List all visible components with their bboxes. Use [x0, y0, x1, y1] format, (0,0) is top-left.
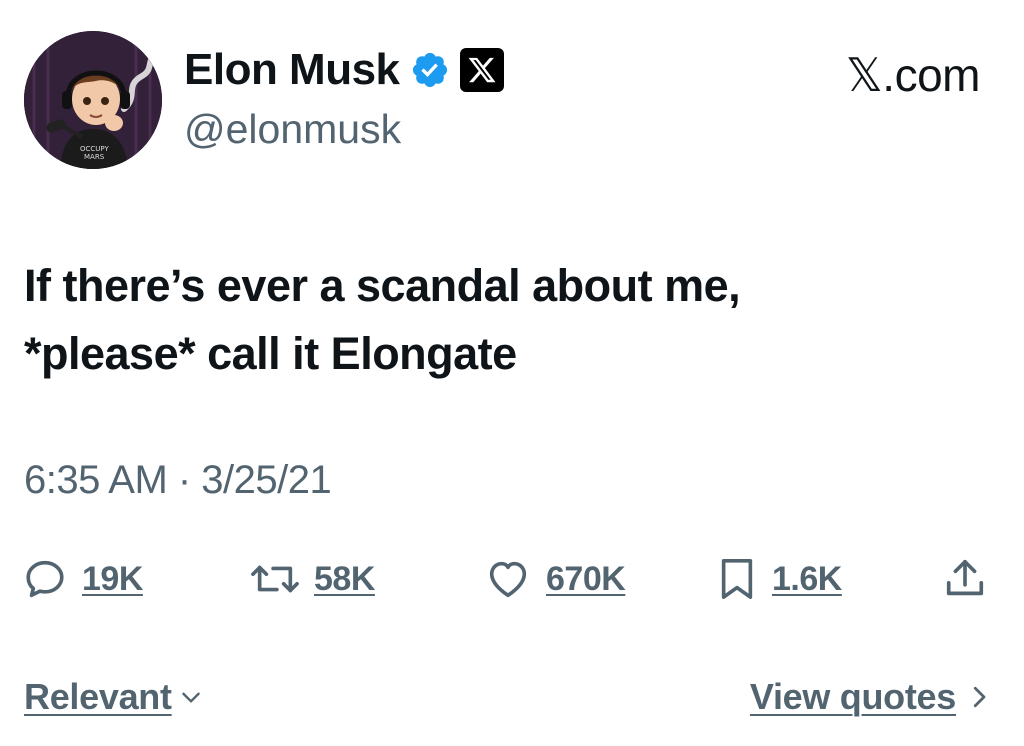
repost-icon [251, 565, 299, 593]
sort-label: Relevant [24, 676, 172, 717]
author-handle[interactable]: @elonmusk [184, 109, 401, 150]
bookmark-button[interactable]: 1.6K [716, 556, 842, 602]
repost-button[interactable]: 58K [250, 556, 375, 602]
reply-button[interactable]: 19K [22, 556, 143, 602]
site-watermark: 𝕏.com [845, 49, 981, 101]
tweet-text-line: If there’s ever a scandal about me, [24, 260, 741, 311]
author-display-name[interactable]: Elon Musk [184, 48, 400, 92]
heart-icon [489, 561, 527, 598]
svg-text:MARS: MARS [84, 153, 105, 161]
like-button[interactable]: 670K [484, 556, 626, 602]
sort-dropdown[interactable]: Relevant [24, 676, 204, 718]
action-bar: 19K 58K 670K 1.6K [22, 556, 992, 606]
tweet-text-line: *please* call it Elongate [24, 328, 517, 379]
repost-count[interactable]: 58K [314, 560, 375, 599]
reply-count[interactable]: 19K [82, 560, 143, 599]
view-quotes-label: View quotes [749, 676, 956, 717]
avatar-image: OCCUPY MARS [24, 31, 162, 169]
share-icon [946, 559, 984, 596]
chevron-down-icon [181, 692, 200, 703]
tweet-timestamp[interactable]: 6:35 AM · 3/25/21 [24, 460, 332, 500]
x-logo-icon[interactable] [459, 48, 504, 92]
avatar[interactable]: OCCUPY MARS [24, 31, 162, 169]
tweet-text: If there’s ever a scandal about me, *ple… [24, 252, 984, 388]
bookmark-count[interactable]: 1.6K [772, 560, 842, 599]
verified-badge-icon[interactable] [410, 50, 450, 90]
bookmark-icon [721, 559, 753, 599]
reply-icon [26, 560, 64, 598]
svg-text:OCCUPY: OCCUPY [80, 145, 109, 153]
share-button[interactable] [942, 556, 988, 602]
view-quotes-link[interactable]: View quotes [750, 676, 990, 718]
author-name-row: Elon Musk [184, 48, 504, 92]
chevron-right-icon [973, 686, 986, 708]
like-count[interactable]: 670K [546, 560, 626, 599]
